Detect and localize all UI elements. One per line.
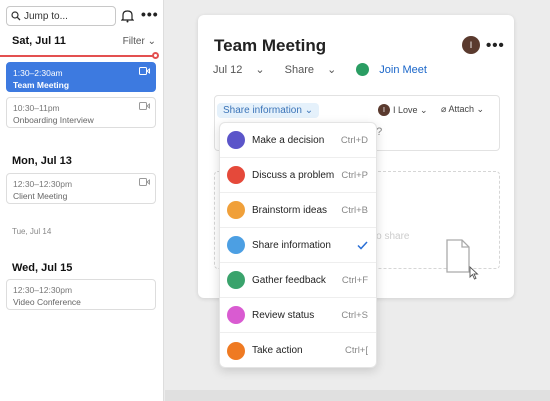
checkmark-icon (357, 240, 368, 250)
search-icon (11, 11, 21, 21)
chevron-down-icon: ⌄ (420, 104, 428, 115)
document-icon (446, 239, 470, 273)
meet-icon (356, 63, 370, 76)
day-heading-small: Tue, Jul 14 (12, 227, 52, 236)
date-dropdown[interactable]: Jul 12 ⌄ (213, 63, 275, 76)
event-team-meeting[interactable]: 1:30–2:30am Team Meeting (6, 62, 156, 92)
share-type-dropdown[interactable]: Share information ⌄ (217, 103, 320, 118)
attach-label: Attach (448, 104, 474, 114)
menu-item-label: Review status (252, 309, 315, 321)
lightbulb-icon (227, 201, 245, 219)
search-placeholder: Jump to... (24, 10, 68, 22)
event-time: 12:30–12:30pm (13, 179, 73, 189)
sidebar: Jump to... ••• Sat, Jul 11 Filter ⌄ 1:30… (0, 0, 164, 401)
video-icon (139, 178, 150, 186)
more-options-icon[interactable]: ••• (486, 38, 505, 53)
menu-item-discuss-problem[interactable]: Discuss a problem Ctrl+P (220, 158, 376, 193)
megaphone-icon (227, 236, 245, 254)
avatar[interactable]: I (462, 36, 480, 54)
event-time: 1:30–2:30am (13, 68, 63, 78)
current-time-dot (152, 52, 159, 59)
event-video-conference[interactable]: 12:30–12:30pm Video Conference (6, 279, 156, 310)
event-client-meeting[interactable]: 12:30–12:30pm Client Meeting (6, 173, 156, 204)
avatar: I (378, 104, 390, 116)
chevron-down-icon: ⌄ (304, 105, 314, 116)
menu-item-shortcut: Ctrl+F (341, 274, 368, 286)
chevron-down-icon: ⌄ (255, 64, 265, 76)
menu-item-review-status[interactable]: Review status Ctrl+S (220, 298, 376, 333)
day-heading: Wed, Jul 15 (12, 262, 73, 274)
event-onboarding[interactable]: 10:30–11pm Onboarding Interview (6, 97, 156, 128)
menu-item-shortcut: Ctrl+S (341, 309, 368, 321)
search-input[interactable]: Jump to... (6, 6, 116, 26)
event-name: Onboarding Interview (13, 115, 94, 125)
share-type-label: Share information (223, 105, 302, 116)
menu-item-label: Make a decision (252, 134, 325, 146)
video-icon (139, 102, 150, 110)
horizontal-scrollbar[interactable] (165, 390, 550, 401)
fire-icon (227, 166, 245, 184)
filter-button[interactable]: Filter ⌄ (123, 36, 156, 47)
event-time: 10:30–11pm (13, 103, 60, 113)
date-label: Jul 12 (213, 64, 243, 76)
chevron-down-icon: ⌄ (476, 104, 485, 114)
menu-item-shortcut: Ctrl+D (340, 134, 368, 146)
chevron-down-icon: ⌄ (147, 35, 156, 47)
reaction-label: I Love (393, 105, 418, 115)
event-title: Team Meeting (214, 36, 327, 55)
menu-item-shortcut: Ctrl+P (341, 169, 368, 181)
join-meet-link[interactable]: Join Meet (356, 63, 437, 76)
share-type-menu: Make a decision Ctrl+D Discuss a problem… (219, 122, 377, 368)
menu-item-share-information[interactable]: Share information (220, 228, 376, 263)
feedback-icon (227, 271, 245, 289)
share-label: Share (284, 64, 314, 76)
menu-item-label: Gather feedback (252, 274, 326, 286)
decision-icon (227, 131, 245, 149)
paperclip-icon: ⌀ (441, 104, 447, 114)
menu-item-label: Discuss a problem (252, 169, 335, 181)
video-icon (139, 67, 150, 75)
day-heading: Sat, Jul 11 (12, 35, 66, 47)
checkbox-icon (227, 341, 245, 360)
menu-item-shortcut: Ctrl+B (341, 204, 368, 216)
cursor-icon (469, 266, 479, 280)
bell-icon[interactable] (121, 9, 134, 23)
event-time: 12:30–12:30pm (13, 285, 73, 295)
more-options-icon[interactable]: ••• (141, 7, 159, 21)
share-dropdown[interactable]: Share ⌄ (285, 63, 347, 76)
event-name: Team Meeting (13, 80, 70, 90)
join-meet-label: Join Meet (379, 63, 427, 76)
menu-item-make-decision[interactable]: Make a decision Ctrl+D (220, 123, 376, 158)
menu-item-take-action[interactable]: Take action Ctrl+[ (220, 333, 376, 368)
menu-item-gather-feedback[interactable]: Gather feedback Ctrl+F (220, 263, 376, 298)
attach-button[interactable]: ⌀ Attach ⌄ (441, 104, 484, 115)
menu-item-label: Take action (252, 345, 303, 356)
reaction-dropdown[interactable]: I I Love ⌄ (378, 104, 428, 116)
menu-item-label: Brainstorm ideas (252, 204, 328, 216)
menu-item-label: Share information (252, 239, 331, 251)
event-name: Client Meeting (13, 191, 68, 201)
event-name: Video Conference (13, 297, 81, 307)
pulse-icon (227, 306, 245, 324)
day-heading: Mon, Jul 13 (12, 155, 72, 167)
menu-item-shortcut: Ctrl+[ (345, 345, 368, 356)
current-time-line (0, 55, 157, 57)
filter-label: Filter (122, 35, 145, 47)
menu-item-brainstorm[interactable]: Brainstorm ideas Ctrl+B (220, 193, 376, 228)
chevron-down-icon: ⌄ (327, 64, 337, 76)
